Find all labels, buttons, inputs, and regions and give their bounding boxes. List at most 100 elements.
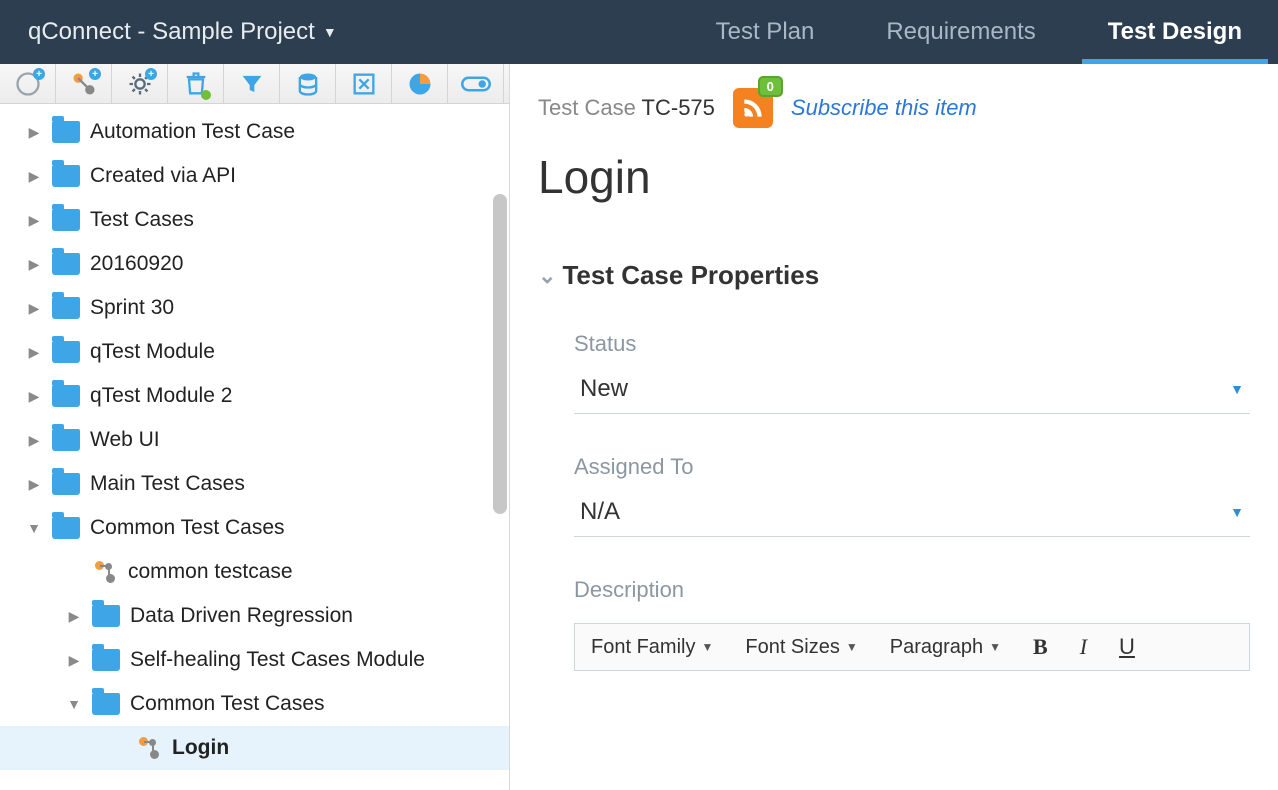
folder-icon xyxy=(52,121,80,143)
tab-test-plan[interactable]: Test Plan xyxy=(680,0,851,64)
properties-section: ⌄ Test Case Properties Status New ▼ Assi… xyxy=(538,260,1250,671)
report-button[interactable] xyxy=(392,64,448,104)
folder-icon xyxy=(52,517,80,539)
tree-item-20160920[interactable]: ▶ 20160920 xyxy=(0,242,509,286)
status-select[interactable]: New ▼ xyxy=(574,375,1250,414)
paragraph-select[interactable]: Paragraph▼ xyxy=(874,624,1017,670)
chevron-right-icon[interactable]: ▶ xyxy=(24,432,44,449)
tree-item-common-testcase[interactable]: ▶common testcase xyxy=(0,550,509,594)
folder-icon xyxy=(52,385,80,407)
folder-icon xyxy=(52,341,80,363)
toggle-icon xyxy=(461,76,491,92)
type-label: Test Case xyxy=(538,95,636,120)
tree-item-automation-test-case[interactable]: ▶ Automation Test Case xyxy=(0,110,509,154)
tree-item-common-test-cases[interactable]: ▼ Common Test Cases xyxy=(0,682,509,726)
chevron-right-icon[interactable]: ▶ xyxy=(24,300,44,317)
delete-button[interactable] xyxy=(168,64,224,104)
dropdown-icon: ▼ xyxy=(1230,381,1244,397)
italic-button[interactable]: I xyxy=(1064,624,1103,670)
chevron-right-icon[interactable]: ▶ xyxy=(24,476,44,493)
project-selector[interactable]: qConnect - Sample Project ▼ xyxy=(0,18,365,46)
dropdown-icon: ▼ xyxy=(1230,504,1244,520)
recycle-badge-icon xyxy=(201,90,211,100)
folder-icon xyxy=(52,429,80,451)
tree-item-sprint-30[interactable]: ▶ Sprint 30 xyxy=(0,286,509,330)
caret-down-icon: ▼ xyxy=(846,640,858,654)
section-toggle[interactable]: ⌄ Test Case Properties xyxy=(538,260,1250,291)
rte-label: Paragraph xyxy=(890,636,983,659)
top-nav: qConnect - Sample Project ▼ Test Plan Re… xyxy=(0,0,1278,64)
tree-item-label: Created via API xyxy=(90,164,236,188)
chevron-right-icon[interactable]: ▶ xyxy=(24,344,44,361)
chevron-right-icon[interactable]: ▶ xyxy=(64,608,84,625)
plus-badge-icon: + xyxy=(145,68,157,80)
chevron-down-icon[interactable]: ▼ xyxy=(24,520,44,536)
tree[interactable]: ▶ Automation Test Case ▶ Created via API ▶Te… xyxy=(0,104,509,790)
tree-item-qtest-module-2[interactable]: ▶ qTest Module 2 xyxy=(0,374,509,418)
tree-item-data-driven-regression[interactable]: ▶Data Driven Regression xyxy=(0,594,509,638)
tree-item-common-test-cases[interactable]: ▼ Common Test Cases xyxy=(0,506,509,550)
data-button[interactable] xyxy=(280,64,336,104)
field-value: N/A xyxy=(580,498,620,526)
export-excel-button[interactable] xyxy=(336,64,392,104)
folder-icon xyxy=(92,649,120,671)
tree-item-label: Common Test Cases xyxy=(130,692,325,716)
filter-icon xyxy=(238,70,266,98)
tree-item-self-healing-test-cases-module[interactable]: ▶ Self-healing Test Cases Module xyxy=(0,638,509,682)
scrollbar-thumb[interactable] xyxy=(493,194,507,514)
assigned-to-select[interactable]: N/A ▼ xyxy=(574,498,1250,537)
tree-item-label: qTest Module xyxy=(90,340,215,364)
chevron-right-icon[interactable]: ▶ xyxy=(24,124,44,141)
font-size-select[interactable]: Font Sizes▼ xyxy=(729,624,873,670)
tree-item-label: Web UI xyxy=(90,428,160,452)
plus-badge-icon: + xyxy=(89,68,101,80)
tree-item-test-cases[interactable]: ▶Test Cases xyxy=(0,198,509,242)
tree-item-label: Sprint 30 xyxy=(90,296,174,320)
settings-button[interactable]: + xyxy=(112,64,168,104)
tree-item-label: qTest Module 2 xyxy=(90,384,232,408)
tree-item-label: Self-healing Test Cases Module xyxy=(130,648,425,672)
toggle-button[interactable] xyxy=(448,64,504,104)
new-testcase-button[interactable]: + xyxy=(56,64,112,104)
filter-button[interactable] xyxy=(224,64,280,104)
tab-label: Test Plan xyxy=(716,18,815,46)
tree-item-qtest-module[interactable]: ▶ qTest Module xyxy=(0,330,509,374)
plus-badge-icon: + xyxy=(33,68,45,80)
tab-requirements[interactable]: Requirements xyxy=(850,0,1071,64)
tree-item-login[interactable]: ▶Login xyxy=(0,726,509,770)
subscribe-count-badge: 0 xyxy=(758,76,783,97)
chevron-down-icon[interactable]: ▼ xyxy=(64,696,84,712)
subscribe-link[interactable]: Subscribe this item xyxy=(791,95,977,121)
chevron-right-icon[interactable]: ▶ xyxy=(24,168,44,185)
chevron-down-icon: ⌄ xyxy=(538,263,556,289)
field-assigned-to: Assigned To N/A ▼ xyxy=(538,454,1250,537)
bold-button[interactable]: B xyxy=(1017,624,1064,670)
field-label: Assigned To xyxy=(574,454,1250,480)
testcase-icon xyxy=(136,737,162,759)
folder-icon xyxy=(52,209,80,231)
chevron-right-icon[interactable]: ▶ xyxy=(24,388,44,405)
caret-down-icon: ▼ xyxy=(323,24,337,40)
database-icon xyxy=(294,70,322,98)
rich-text-toolbar: Font Family▼ Font Sizes▼ Paragraph▼ B I … xyxy=(574,623,1250,671)
chevron-right-icon[interactable]: ▶ xyxy=(24,212,44,229)
field-description: Description xyxy=(538,577,1250,603)
folder-icon xyxy=(92,693,120,715)
tab-test-design[interactable]: Test Design xyxy=(1072,0,1278,64)
tree-item-label: 20160920 xyxy=(90,252,183,276)
chevron-right-icon[interactable]: ▶ xyxy=(24,256,44,273)
excel-icon xyxy=(350,70,378,98)
tree-item-web-ui[interactable]: ▶ Web UI xyxy=(0,418,509,462)
testcase-id: Test Case TC-575 xyxy=(538,95,715,121)
tree-item-main-test-cases[interactable]: ▶ Main Test Cases xyxy=(0,462,509,506)
new-item-button[interactable]: + xyxy=(0,64,56,104)
tree-item-created-via-api[interactable]: ▶ Created via API xyxy=(0,154,509,198)
subscribe-widget[interactable]: 0 xyxy=(733,88,773,128)
tree-item-label: Common Test Cases xyxy=(90,516,285,540)
tree-item-label: Main Test Cases xyxy=(90,472,245,496)
chevron-right-icon[interactable]: ▶ xyxy=(64,652,84,669)
tree-item-label: Automation Test Case xyxy=(90,120,295,144)
tree-toolbar: + + + xyxy=(0,64,509,104)
underline-button[interactable]: U xyxy=(1103,624,1151,670)
font-family-select[interactable]: Font Family▼ xyxy=(575,624,729,670)
